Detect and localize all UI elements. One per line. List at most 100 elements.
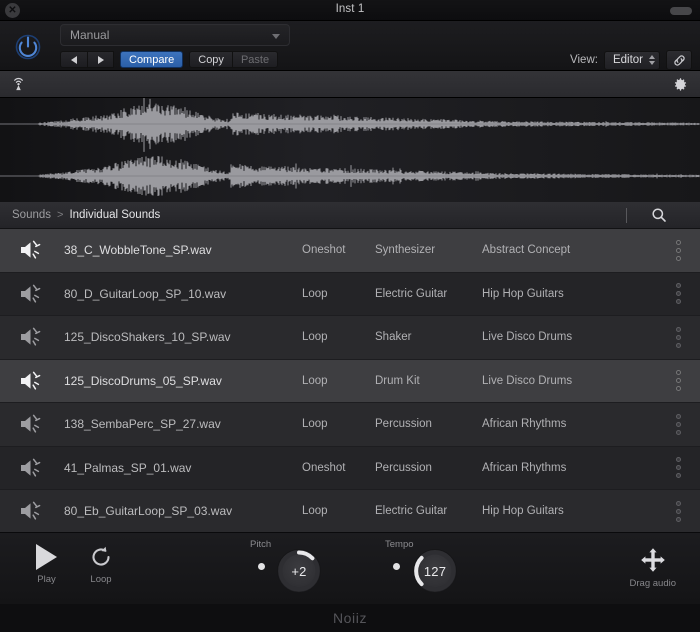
- three-dots-vertical-icon[interactable]: [656, 239, 700, 261]
- play-triangle-icon: [36, 544, 57, 570]
- breadcrumb-separator: >: [57, 209, 64, 221]
- loop-circular-arrow-icon: [92, 546, 110, 566]
- preview-sound-button[interactable]: [0, 370, 64, 392]
- waveform-toolbar: [0, 71, 700, 98]
- transport-bar: Play Loop Pitch +2 Tempo 127 Drag audio: [0, 532, 700, 604]
- tempo-label: Tempo: [385, 539, 414, 550]
- file-type: Loop: [302, 287, 328, 300]
- tempo-value: 127: [423, 563, 447, 579]
- speaker-sound-icon: [21, 240, 41, 259]
- speaker-sound-icon: [21, 458, 41, 477]
- file-instrument: Drum Kit: [375, 374, 420, 387]
- copy-button[interactable]: Copy: [189, 51, 232, 68]
- speaker-sound-icon: [21, 371, 41, 390]
- drag-audio-label: Drag audio: [629, 578, 676, 589]
- file-instrument: Synthesizer: [375, 244, 436, 257]
- compare-button[interactable]: Compare: [120, 51, 184, 68]
- table-row[interactable]: 80_Eb_GuitarLoop_SP_03.wav Loop Electric G…: [0, 490, 700, 532]
- breadcrumb-divider: [626, 208, 627, 223]
- waveform-display[interactable]: [0, 98, 700, 202]
- three-dots-vertical-icon[interactable]: [656, 457, 700, 479]
- breadcrumb-current[interactable]: Individual Sounds: [69, 209, 160, 221]
- three-dots-vertical-icon[interactable]: [656, 413, 700, 435]
- file-category: Hip Hop Guitars: [482, 287, 564, 300]
- preview-sound-button[interactable]: [0, 326, 64, 348]
- file-type: Loop: [302, 374, 328, 387]
- plugin-header: Manual Compare Copy Paste View: Editor: [0, 21, 700, 71]
- file-category: Live Disco Drums: [482, 374, 573, 387]
- tempo-knob[interactable]: 127: [413, 549, 457, 593]
- file-category: African Rhythms: [482, 461, 567, 474]
- preview-sound-button[interactable]: [0, 239, 64, 261]
- previous-preset-button[interactable]: [60, 51, 87, 68]
- drag-audio-button[interactable]: Drag audio: [630, 546, 676, 589]
- play-label: Play: [37, 574, 56, 585]
- paste-button[interactable]: Paste: [231, 51, 279, 68]
- table-row[interactable]: 125_DiscoShakers_10_SP.wav Loop Shaker Live…: [0, 316, 700, 360]
- view-select-value: Editor: [612, 54, 643, 66]
- file-name: 138_SembaPerc_SP_27.wav: [64, 417, 221, 432]
- speaker-sound-icon: [21, 327, 41, 346]
- file-name: 41_Palmas_SP_01.wav: [64, 460, 192, 475]
- broadcast-antenna-icon[interactable]: [10, 76, 27, 93]
- view-select[interactable]: Editor: [603, 50, 660, 70]
- file-name: 80_Eb_GuitarLoop_SP_03.wav: [64, 504, 233, 519]
- file-category: Live Disco Drums: [482, 331, 573, 344]
- resize-pill-icon[interactable]: [670, 7, 692, 15]
- file-instrument: Electric Guitar: [375, 287, 448, 300]
- file-name: 38_C_WobbleTone_SP.wav: [64, 243, 212, 258]
- pitch-control: Pitch +2: [250, 539, 324, 597]
- breadcrumb-root[interactable]: Sounds: [12, 209, 51, 221]
- power-icon[interactable]: [13, 32, 43, 62]
- table-row[interactable]: 125_DiscoDrums_05_SP.wav Loop Drum Kit Live…: [0, 359, 700, 403]
- play-button[interactable]: Play: [36, 544, 57, 585]
- table-row[interactable]: 38_C_WobbleTone_SP.wav Oneshot Synthesizer…: [0, 229, 700, 273]
- file-name: 80_D_GuitarLoop_SP_10.wav: [64, 286, 227, 301]
- file-category: Hip Hop Guitars: [482, 505, 564, 518]
- preview-sound-button[interactable]: [0, 283, 64, 305]
- preview-sound-button[interactable]: [0, 457, 64, 479]
- file-category: Abstract Concept: [482, 244, 571, 257]
- three-dots-vertical-icon[interactable]: [656, 326, 700, 348]
- table-row[interactable]: 41_Palmas_SP_01.wav Oneshot Percussion Afri…: [0, 446, 700, 490]
- preset-dropdown[interactable]: Manual: [60, 24, 290, 46]
- file-name: 125_DiscoDrums_05_SP.wav: [64, 373, 222, 388]
- preview-sound-button[interactable]: [0, 500, 64, 522]
- file-type: Oneshot: [302, 244, 346, 257]
- loop-button[interactable]: Loop: [88, 544, 114, 585]
- triangle-right-icon: [97, 55, 104, 64]
- plugin-button-row: Compare Copy Paste: [60, 51, 279, 68]
- gear-icon[interactable]: [673, 77, 688, 92]
- tempo-control: Tempo 127: [385, 539, 461, 597]
- table-row[interactable]: 80_D_GuitarLoop_SP_10.wav Loop Electric Gu…: [0, 272, 700, 316]
- link-chain-icon: [673, 54, 685, 66]
- pitch-knob[interactable]: +2: [277, 549, 321, 593]
- link-button[interactable]: [666, 50, 692, 70]
- table-row[interactable]: 138_SembaPerc_SP_27.wav Loop Percussion Afr…: [0, 403, 700, 447]
- three-dots-vertical-icon[interactable]: [656, 370, 700, 392]
- loop-label: Loop: [90, 574, 112, 585]
- chevron-down-icon: [272, 34, 280, 39]
- file-instrument: Electric Guitar: [375, 505, 448, 518]
- brand-label: Noiiz: [332, 610, 368, 626]
- pitch-reset-dot[interactable]: [258, 563, 265, 570]
- sound-file-list[interactable]: 38_C_WobbleTone_SP.wav Oneshot Synthesizer…: [0, 229, 700, 532]
- preview-sound-button[interactable]: [0, 413, 64, 435]
- three-dots-vertical-icon[interactable]: [656, 283, 700, 305]
- file-type: Oneshot: [302, 461, 346, 474]
- triangle-left-icon: [71, 55, 77, 64]
- three-dots-vertical-icon[interactable]: [656, 500, 700, 522]
- tempo-reset-dot[interactable]: [393, 563, 400, 570]
- breadcrumb: Sounds > Individual Sounds: [0, 202, 700, 229]
- plugin-window: ✕ Inst 1 Manual Compare Copy Paste View:…: [0, 0, 700, 632]
- file-type: Loop: [302, 505, 328, 518]
- search-icon[interactable]: [651, 207, 667, 228]
- footer: Noiiz: [0, 604, 700, 632]
- window-title-bar: ✕ Inst 1: [0, 0, 700, 21]
- view-label: View:: [570, 54, 598, 66]
- file-type: Loop: [302, 331, 328, 344]
- next-preset-button[interactable]: [87, 51, 114, 68]
- speaker-sound-icon: [21, 414, 41, 433]
- stereo-waveform: [0, 98, 700, 196]
- view-group: View: Editor: [570, 50, 692, 70]
